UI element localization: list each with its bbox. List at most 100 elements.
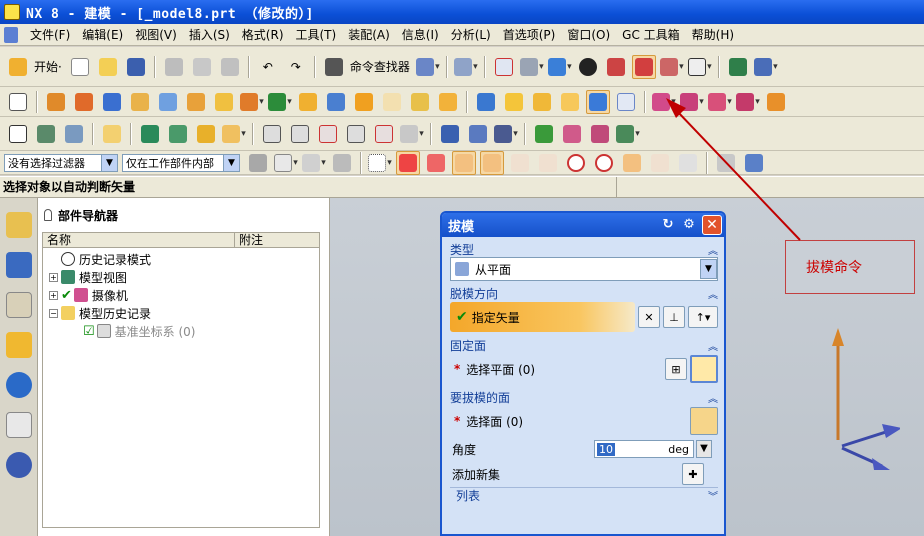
menu-view[interactable]: 视图(V)	[129, 26, 183, 44]
snap-grid-icon[interactable]	[714, 151, 738, 175]
vector-dialog-icon[interactable]: ⊥	[663, 306, 685, 328]
type-group-header[interactable]: 类型 ︽	[450, 241, 718, 257]
mirror-feature-icon[interactable]	[680, 90, 704, 114]
reset-icon[interactable]: ↻	[660, 217, 676, 233]
tree-item-model-history[interactable]: − 模型历史记录	[43, 304, 319, 322]
menu-window[interactable]: 窗口(O)	[561, 26, 616, 44]
menu-gc-toolkit[interactable]: GC 工具箱	[616, 26, 686, 44]
chevron-down-icon[interactable]: ▼	[223, 154, 239, 171]
menu-edit[interactable]: 编辑(E)	[76, 26, 129, 44]
column-name[interactable]: 名称	[43, 233, 235, 247]
shell-icon[interactable]	[408, 90, 432, 114]
curve-analysis-icon[interactable]	[260, 122, 284, 146]
cut-icon[interactable]	[162, 55, 186, 79]
wave-icon[interactable]	[194, 122, 218, 146]
snap-quadrant-icon[interactable]	[592, 151, 616, 175]
constraint-navigator-icon[interactable]	[6, 252, 32, 278]
pad-icon[interactable]	[184, 90, 208, 114]
shaded-edges-icon[interactable]	[631, 54, 656, 79]
select-feature-icon[interactable]	[246, 151, 270, 175]
checkmark-icon[interactable]: ✔	[61, 288, 72, 303]
display-mode-icon[interactable]	[416, 55, 440, 79]
sketch-icon[interactable]	[6, 90, 30, 114]
zoom-icon[interactable]	[520, 55, 544, 79]
snap-point-icon[interactable]	[396, 150, 420, 175]
new-file-icon[interactable]	[68, 55, 92, 79]
clock-icon[interactable]	[6, 452, 32, 478]
draft-body-icon[interactable]	[558, 90, 582, 114]
draft-command-icon[interactable]	[586, 89, 610, 114]
web-browser-icon[interactable]	[6, 372, 32, 398]
paste-icon[interactable]	[218, 55, 242, 79]
plane-dialog-icon[interactable]: ⊞	[665, 358, 687, 380]
snap-existing-icon[interactable]	[620, 151, 644, 175]
extract-geometry-icon[interactable]	[708, 90, 732, 114]
checkmark-icon[interactable]: ☑	[83, 324, 95, 339]
g0-continuity-icon[interactable]	[288, 122, 312, 146]
patch-icon[interactable]	[764, 90, 788, 114]
menu-help[interactable]: 帮助(H)	[686, 26, 740, 44]
hole-icon[interactable]	[128, 90, 152, 114]
datum-icon[interactable]	[240, 90, 264, 114]
point-icon[interactable]	[6, 122, 30, 146]
pattern-icon[interactable]	[652, 90, 676, 114]
collapse-up-icon[interactable]: ︽	[708, 286, 718, 301]
collapse-up-icon[interactable]: ︽	[708, 242, 718, 257]
orient-view-icon[interactable]	[548, 55, 572, 79]
collapse-up-icon[interactable]: ︽	[708, 390, 718, 405]
info-icon[interactable]	[454, 55, 478, 79]
reuse-library-icon[interactable]	[6, 332, 32, 358]
grid-icon[interactable]	[588, 122, 612, 146]
collapse-up-icon[interactable]: ︽	[708, 338, 718, 353]
draft-type-select[interactable]: 从平面 ▼	[450, 257, 718, 281]
copy-icon[interactable]	[190, 55, 214, 79]
fit-view-icon[interactable]	[492, 55, 516, 79]
assembly-navigator-icon[interactable]	[6, 212, 32, 238]
expand-icon[interactable]: +	[49, 290, 58, 300]
sheet-metal-icon[interactable]	[560, 122, 584, 146]
scope-select[interactable]: 仅在工作部件内部 ▼	[122, 153, 240, 172]
block-icon[interactable]	[100, 90, 124, 114]
snap-on-face-icon[interactable]	[676, 151, 700, 175]
revolve-icon[interactable]	[72, 90, 96, 114]
save-icon[interactable]	[124, 55, 148, 79]
menu-preferences[interactable]: 首选项(P)	[497, 26, 562, 44]
deviation-icon[interactable]	[400, 122, 424, 146]
reverse-direction-icon[interactable]: ✕	[638, 306, 660, 328]
pin-icon[interactable]	[44, 209, 52, 221]
routing-icon[interactable]	[616, 122, 640, 146]
assembly-icon[interactable]	[138, 122, 162, 146]
face-select-icon[interactable]	[690, 407, 718, 435]
snap-center-icon[interactable]	[564, 151, 588, 175]
sew-icon[interactable]	[736, 90, 760, 114]
static-wireframe-icon[interactable]	[660, 55, 684, 79]
inferred-vector-icon[interactable]: ↑▾	[688, 306, 718, 328]
offset-face-icon[interactable]	[352, 90, 376, 114]
command-finder-icon[interactable]	[322, 55, 346, 79]
fixed-face-group-header[interactable]: 固定面 ︽	[450, 337, 718, 353]
add-new-set-icon[interactable]: ✚	[682, 463, 704, 485]
layer-settings-icon[interactable]	[62, 122, 86, 146]
wireframe-box-icon[interactable]	[614, 90, 638, 114]
menu-analysis[interactable]: 分析(L)	[445, 26, 497, 44]
tree-item-history-mode[interactable]: 历史记录模式	[43, 250, 319, 268]
shaded-icon[interactable]	[604, 55, 628, 79]
wcs-icon[interactable]	[754, 55, 778, 79]
chamfer-icon[interactable]	[530, 90, 554, 114]
undo-icon[interactable]: ↶	[256, 55, 280, 79]
command-finder-button[interactable]: 命令查找器	[350, 58, 410, 75]
start-icon[interactable]	[6, 55, 30, 79]
trim-body-icon[interactable]	[296, 90, 320, 114]
snap-on-curve-icon[interactable]	[648, 151, 672, 175]
layer-icon[interactable]	[34, 122, 58, 146]
render-style-icon[interactable]	[576, 55, 600, 79]
tool-icon[interactable]	[494, 122, 518, 146]
list-section[interactable]: 列表 ︾	[450, 487, 718, 503]
snap-multi-icon[interactable]	[424, 151, 448, 175]
chevron-down-icon[interactable]: ▼	[101, 154, 117, 171]
expand-icon[interactable]: +	[49, 272, 58, 282]
check-geometry-icon[interactable]	[532, 122, 556, 146]
menu-insert[interactable]: 插入(S)	[183, 26, 236, 44]
snap-control-icon[interactable]	[508, 151, 532, 175]
background-icon[interactable]	[688, 55, 712, 79]
